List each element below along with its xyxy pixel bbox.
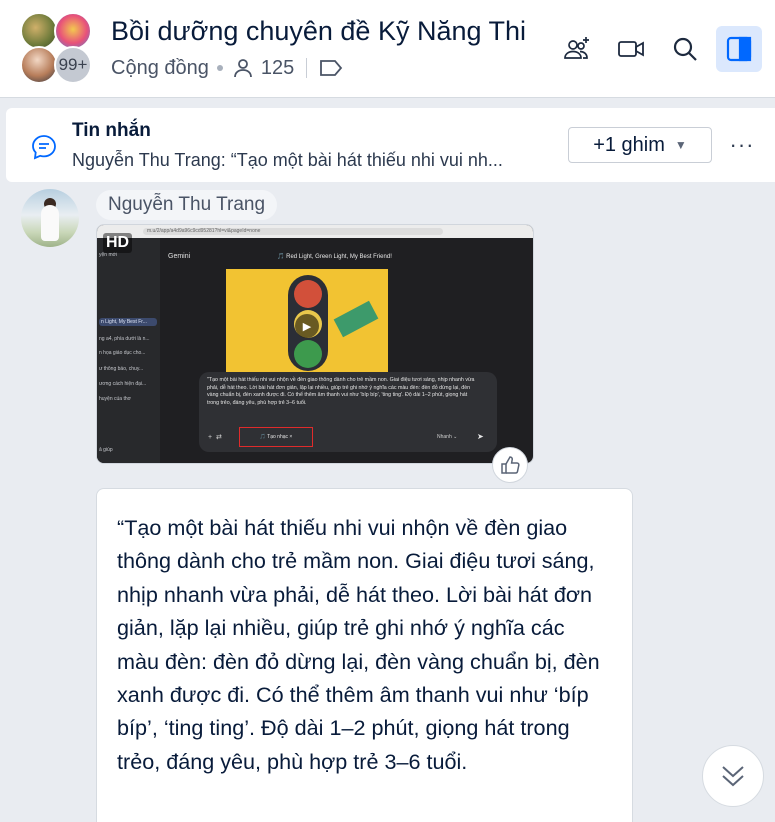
group-avatar[interactable]: 99+ <box>20 12 96 84</box>
member-count[interactable]: 125 <box>261 57 294 80</box>
thumbs-up-icon <box>501 456 520 474</box>
group-title[interactable]: Bồi dưỡng chuyên đề Kỹ Năng Thi <box>111 16 526 47</box>
pinned-title: Tin nhắn <box>72 120 151 141</box>
group-meta: Cộng đồng 125 <box>111 56 343 80</box>
pinned-message-bar[interactable]: Tin nhắn Nguyễn Thu Trang: “Tạo một bài … <box>6 108 775 182</box>
sidebar-item: ng a4, phía dưới là n... <box>99 336 150 342</box>
member-avatar <box>20 46 58 84</box>
member-icon <box>233 59 252 78</box>
message-text: “Tạo một bài hát thiếu nhi vui nhộn về đ… <box>117 515 600 774</box>
message-bubble[interactable]: “Tạo một bài hát thiếu nhi vui nhộn về đ… <box>96 488 633 822</box>
message-bubble-icon <box>32 135 56 160</box>
add-member-icon <box>564 37 589 59</box>
browser-url: m.u/2/app/a4d9a96c9cd95281?hl=vi&pageId=… <box>143 228 443 235</box>
double-chevron-down-icon <box>722 766 744 787</box>
side-panel-icon <box>726 36 752 62</box>
separator-dot <box>216 65 223 71</box>
sidebar-item-active: n Light, My Best Fr... <box>99 318 157 326</box>
search-button[interactable] <box>662 26 708 72</box>
create-music-chip: 🎵 Tạo nhạc × <box>239 427 313 447</box>
scroll-to-bottom-button[interactable] <box>702 745 764 807</box>
reaction-button[interactable] <box>492 447 528 483</box>
hd-badge: HD <box>103 233 133 253</box>
send-icon: ➤ <box>477 432 484 441</box>
plus-icon: + ⇄ <box>208 434 222 441</box>
pinned-count-label: +1 ghim <box>593 133 665 156</box>
add-member-button[interactable] <box>554 26 600 72</box>
video-attachment[interactable]: m.u/2/app/a4d9a96c9cd95281?hl=vi&pageId=… <box>96 224 534 464</box>
pinned-preview: Nguyễn Thu Trang: “Tạo một bài hát thiếu… <box>72 150 503 170</box>
gemini-prompt-box: "Tạo một bài hát thiếu nhi vui nhộn về đ… <box>199 372 497 452</box>
sidebar-item: n họa giáo dục cho... <box>99 350 146 356</box>
avatar-photo-detail <box>41 205 59 241</box>
chevron-down-icon: ▼ <box>674 138 687 152</box>
sender-name[interactable]: Nguyễn Thu Trang <box>96 190 278 220</box>
sidebar-item: ương cách hiện đại... <box>99 381 147 387</box>
sender-avatar[interactable] <box>21 189 79 247</box>
video-call-button[interactable] <box>608 26 654 72</box>
arrow-graphic <box>333 300 379 338</box>
mode-selector: Nhanh ⌄ <box>437 434 458 440</box>
browser-bar: m.u/2/app/a4d9a96c9cd95281?hl=vi&pageId=… <box>97 225 533 238</box>
green-light-graphic <box>294 340 322 368</box>
sidebar-item: ả giúp <box>99 447 113 453</box>
member-avatar <box>54 12 92 50</box>
member-overflow-count: 99+ <box>54 46 92 84</box>
gemini-app-title: Gemini <box>168 253 191 260</box>
gemini-prompt-text: "Tạo một bài hát thiếu nhi vui nhộn về đ… <box>207 377 475 406</box>
video-call-icon <box>618 41 644 57</box>
more-options-button[interactable]: ··· <box>724 130 760 160</box>
sidebar-item: huyện của thơ <box>99 396 131 402</box>
chat-header: 99+ Bồi dưỡng chuyên đề Kỹ Năng Thi Cộng… <box>0 0 775 98</box>
gemini-sidebar: yện mới n Light, My Best Fr... ng a4, ph… <box>97 238 160 463</box>
sidebar-item: ư thông báo, chuy... <box>99 366 144 372</box>
side-panel-toggle[interactable] <box>716 26 762 72</box>
community-label: Cộng đồng <box>111 56 209 79</box>
song-title: 🎵 Red Light, Green Light, My Best Friend… <box>277 254 392 260</box>
pinned-count-button[interactable]: +1 ghim ▼ <box>568 127 712 163</box>
tag-icon[interactable] <box>319 58 343 78</box>
member-avatar <box>20 12 58 50</box>
search-icon <box>673 37 697 61</box>
red-light-graphic <box>294 280 322 308</box>
divider <box>306 58 308 78</box>
play-icon[interactable]: ▶ <box>295 314 319 338</box>
